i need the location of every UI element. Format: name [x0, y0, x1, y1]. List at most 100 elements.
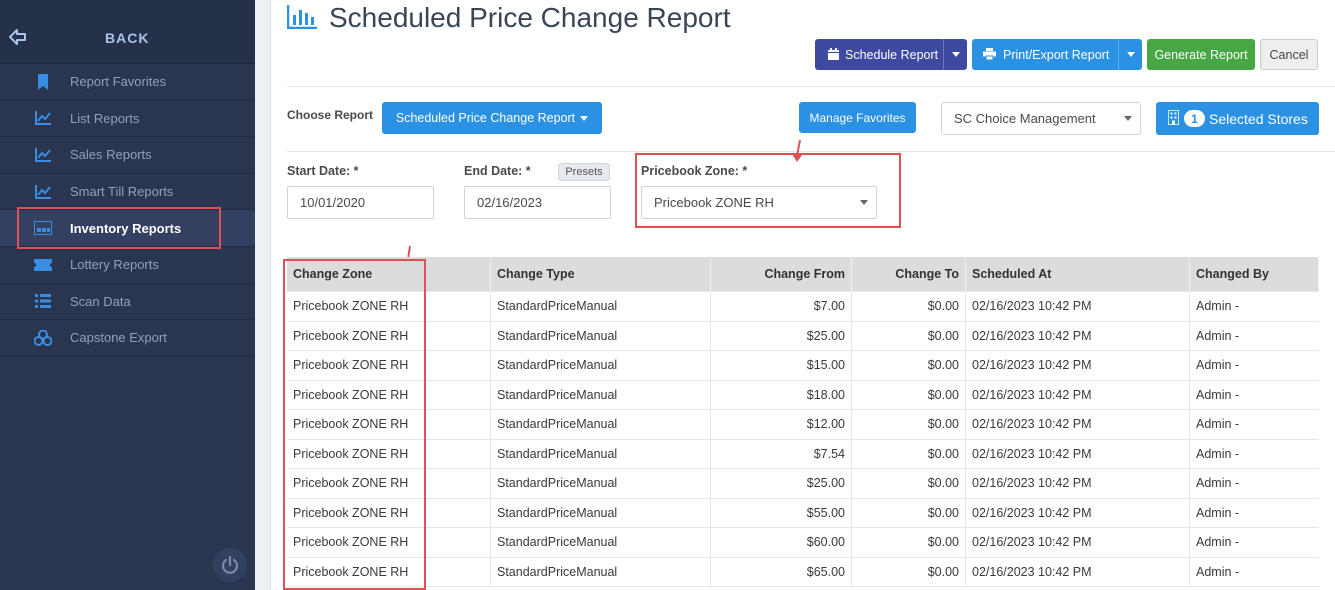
sidebar-item-lottery-reports[interactable]: Lottery Reports	[0, 247, 255, 284]
cell-change-to: $0.00	[852, 557, 966, 586]
bar-chart-icon	[287, 5, 317, 29]
power-button[interactable]	[213, 548, 247, 582]
pricebook-zone-value: Pricebook ZONE RH	[654, 195, 774, 210]
sidebar-item-smart-till-reports[interactable]: Smart Till Reports	[0, 174, 255, 211]
main-panel: Scheduled Price Change Report Schedule R…	[270, 0, 1335, 590]
end-date-input[interactable]: 02/16/2023	[464, 186, 611, 219]
divider	[287, 151, 1335, 152]
cell-change-from: $25.00	[711, 469, 852, 498]
sidebar-item-list-reports[interactable]: List Reports	[0, 101, 255, 138]
print-export-label: Print/Export Report	[1003, 47, 1110, 62]
table-row[interactable]: Pricebook ZONE RH StandardPriceManual $7.0…	[287, 292, 1319, 322]
cell-change-to: $0.00	[852, 439, 966, 468]
caret-down-icon[interactable]	[943, 39, 967, 70]
table-row[interactable]: Pricebook ZONE RH StandardPriceManual $15.…	[287, 351, 1319, 381]
caret-down-icon	[860, 200, 868, 205]
back-button[interactable]: BACK	[0, 0, 255, 64]
cubes-icon	[34, 329, 52, 347]
chart-line-icon	[34, 183, 52, 201]
cell-change-to: $0.00	[852, 410, 966, 439]
cell-change-type: StandardPriceManual	[491, 380, 711, 409]
cell-change-type: StandardPriceManual	[491, 528, 711, 557]
sidebar: BACK Report Favorites List Reports Sales…	[0, 0, 255, 590]
cell-changed-by: Admin -	[1196, 446, 1240, 461]
cell-change-from: $7.54	[711, 439, 852, 468]
cell-change-to: $0.00	[852, 380, 966, 409]
cell-scheduled-at: 02/16/2023 10:42 PM	[966, 498, 1190, 527]
chart-line-icon	[34, 146, 52, 164]
cell-change-from: $25.00	[711, 321, 852, 350]
sidebar-item-capstone-export[interactable]: Capstone Export	[0, 320, 255, 357]
manage-favorites-button[interactable]: Manage Favorites	[799, 102, 916, 133]
sidebar-item-label: List Reports	[70, 110, 140, 126]
sidebar-item-label: Report Favorites	[70, 74, 167, 90]
sidebar-item-label: Sales Reports	[70, 147, 152, 163]
print-export-button[interactable]: Print/Export Report	[972, 39, 1142, 70]
sidebar-item-inventory-reports[interactable]: Inventory Reports	[0, 207, 255, 250]
cell-scheduled-at: 02/16/2023 10:42 PM	[966, 528, 1190, 557]
bookmark-icon	[34, 73, 52, 91]
stores-count-badge: 1	[1184, 110, 1205, 127]
table-row[interactable]: Pricebook ZONE RH StandardPriceManual $12.…	[287, 410, 1319, 440]
table-row[interactable]: Pricebook ZONE RH StandardPriceManual $60.…	[287, 528, 1319, 558]
cell-change-from: $12.00	[711, 410, 852, 439]
caret-down-icon	[1124, 116, 1132, 121]
table-row[interactable]: Pricebook ZONE RH StandardPriceManual $25.…	[287, 321, 1319, 351]
selected-stores-button[interactable]: 1 Selected Stores	[1156, 102, 1319, 135]
start-date-label: Start Date: *	[287, 164, 359, 178]
warehouse-icon	[34, 219, 52, 237]
sidebar-item-report-favorites[interactable]: Report Favorites	[0, 64, 255, 101]
cell-change-type: StandardPriceManual	[491, 469, 711, 498]
cancel-button[interactable]: Cancel	[1260, 39, 1318, 70]
cell-changed-by: Admin -	[1196, 564, 1240, 579]
building-icon	[1168, 110, 1179, 125]
generate-report-button[interactable]: Generate Report	[1147, 39, 1255, 70]
cell-change-to: $0.00	[852, 469, 966, 498]
company-select[interactable]: SC Choice Management	[941, 102, 1141, 135]
cell-change-from: $55.00	[711, 498, 852, 527]
column-header-change-to[interactable]: Change To	[852, 257, 966, 291]
cell-changed-by: Admin -	[1196, 328, 1240, 343]
column-header-changed-by[interactable]: Changed By	[1190, 257, 1319, 291]
annotation-highlight	[283, 259, 426, 590]
sidebar-item-label: Inventory Reports	[70, 220, 182, 236]
cell-scheduled-at: 02/16/2023 10:42 PM	[966, 557, 1190, 586]
table-row[interactable]: Pricebook ZONE RH StandardPriceManual $7.5…	[287, 439, 1319, 469]
cell-change-to: $0.00	[852, 292, 966, 321]
cell-changed-by: Admin -	[1196, 387, 1240, 402]
choose-report-dropdown[interactable]: Scheduled Price Change Report	[382, 102, 602, 134]
table-row[interactable]: Pricebook ZONE RH StandardPriceManual $18.…	[287, 380, 1319, 410]
caret-down-icon	[580, 115, 589, 121]
cell-change-type: StandardPriceManual	[491, 292, 711, 321]
cell-scheduled-at: 02/16/2023 10:42 PM	[966, 292, 1190, 321]
cell-change-type: StandardPriceManual	[491, 498, 711, 527]
sidebar-item-label: Scan Data	[70, 293, 131, 309]
column-header-change-from[interactable]: Change From	[711, 257, 852, 291]
ticket-icon	[34, 256, 52, 274]
report-table: Change Zone Change Type Change From Chan…	[287, 257, 1319, 587]
column-header-change-type[interactable]: Change Type	[491, 257, 711, 291]
cell-change-type: StandardPriceManual	[491, 321, 711, 350]
cell-change-to: $0.00	[852, 528, 966, 557]
cell-scheduled-at: 02/16/2023 10:42 PM	[966, 410, 1190, 439]
pricebook-zone-select[interactable]: Pricebook ZONE RH	[641, 186, 877, 219]
column-header-scheduled-at[interactable]: Scheduled At	[966, 257, 1190, 291]
choose-report-label: Choose Report	[287, 108, 374, 122]
table-row[interactable]: Pricebook ZONE RH StandardPriceManual $25.…	[287, 469, 1319, 499]
table-row[interactable]: Pricebook ZONE RH StandardPriceManual $55.…	[287, 498, 1319, 528]
table-row[interactable]: Pricebook ZONE RH StandardPriceManual $65.…	[287, 557, 1319, 587]
schedule-report-button[interactable]: Schedule Report	[815, 39, 967, 70]
sidebar-item-label: Lottery Reports	[70, 257, 159, 273]
start-date-input[interactable]: 10/01/2020	[287, 186, 434, 219]
calendar-icon	[828, 48, 839, 60]
company-select-value: SC Choice Management	[954, 111, 1096, 126]
sidebar-item-sales-reports[interactable]: Sales Reports	[0, 137, 255, 174]
selected-stores-label: Selected Stores	[1209, 110, 1308, 127]
sidebar-item-label: Smart Till Reports	[70, 184, 174, 200]
chart-line-icon	[34, 109, 52, 127]
caret-down-icon[interactable]	[1118, 39, 1142, 70]
sidebar-item-scan-data[interactable]: Scan Data	[0, 284, 255, 321]
presets-button[interactable]: Presets	[558, 163, 610, 181]
list-icon	[34, 292, 52, 310]
cell-scheduled-at: 02/16/2023 10:42 PM	[966, 380, 1190, 409]
